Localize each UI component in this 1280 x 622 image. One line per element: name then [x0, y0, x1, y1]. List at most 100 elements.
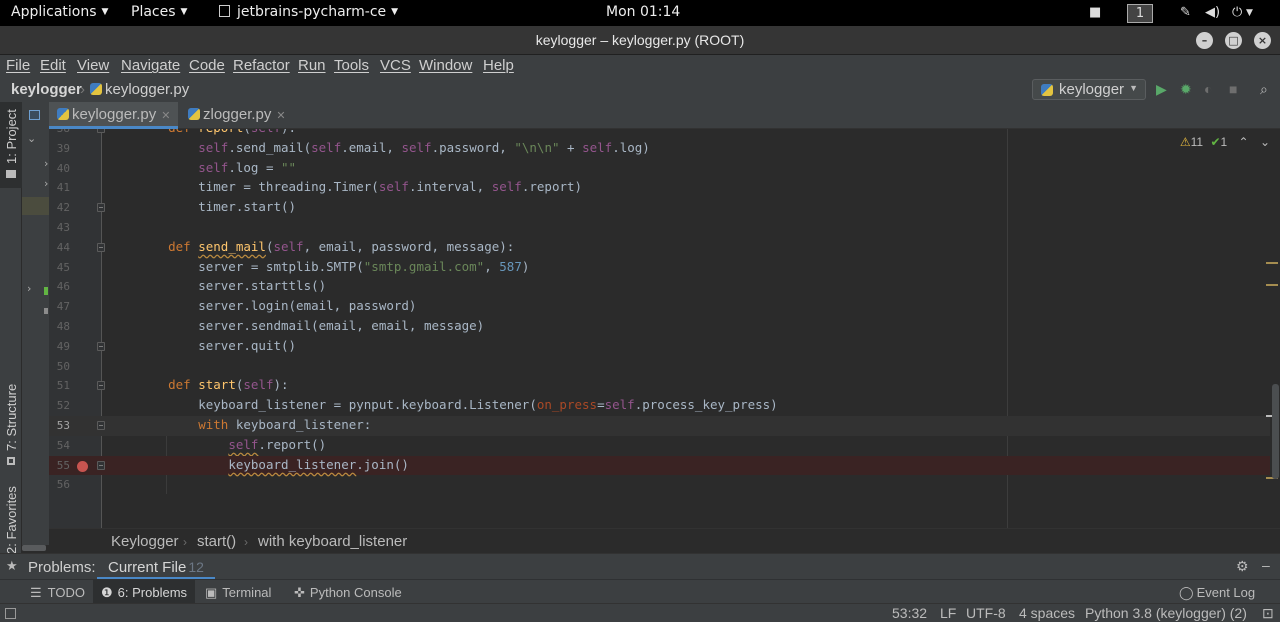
- debug-button[interactable]: ✹: [1180, 81, 1192, 98]
- run-button[interactable]: ▶: [1156, 81, 1167, 98]
- caret-position[interactable]: 53:32: [892, 605, 927, 621]
- chevron-down-icon[interactable]: ▼: [1246, 8, 1253, 18]
- menu-window[interactable]: Window: [419, 57, 472, 74]
- warning-stripe-mark[interactable]: [1266, 262, 1278, 264]
- line-number[interactable]: 51: [49, 379, 70, 392]
- indent-setting[interactable]: 4 spaces: [1019, 605, 1075, 621]
- code-line[interactable]: 48 server.sendmail(email, email, message…: [49, 317, 1270, 337]
- line-number[interactable]: 41: [49, 181, 70, 194]
- menu-view[interactable]: View: [77, 57, 109, 74]
- chevron-down-icon[interactable]: ⌄: [27, 132, 36, 145]
- file-encoding[interactable]: UTF-8: [966, 605, 1006, 621]
- code-line[interactable]: 49 server.quit(): [49, 337, 1270, 357]
- applications-menu[interactable]: Applications ▼: [11, 4, 108, 20]
- workspace-indicator[interactable]: 1: [1127, 4, 1153, 23]
- line-number[interactable]: 49: [49, 340, 70, 353]
- menu-tools[interactable]: Tools: [334, 57, 369, 74]
- fold-marker-icon[interactable]: [97, 421, 105, 430]
- line-number[interactable]: 54: [49, 439, 70, 452]
- breadcrumb-project[interactable]: keylogger: [11, 81, 82, 98]
- code-line[interactable]: 38 def report(self):: [49, 129, 1270, 139]
- chevron-up-icon[interactable]: ⌃: [1239, 135, 1249, 149]
- code-line[interactable]: 56: [49, 475, 1270, 495]
- event-log-tool-button[interactable]: ◯ Event Log: [1171, 580, 1263, 604]
- fold-marker-icon[interactable]: [97, 242, 105, 252]
- menu-file[interactable]: File: [6, 57, 30, 74]
- pin-icon[interactable]: ★: [6, 558, 18, 574]
- clock[interactable]: Mon 01:14: [606, 4, 680, 20]
- todo-tool-button[interactable]: ☰ TODO: [22, 580, 93, 604]
- menu-vcs[interactable]: VCS: [380, 57, 411, 74]
- brush-icon[interactable]: ✎: [1180, 5, 1191, 20]
- chevron-right-icon[interactable]: ›: [27, 282, 31, 295]
- places-menu[interactable]: Places ▼: [131, 4, 187, 20]
- line-number[interactable]: 42: [49, 201, 70, 214]
- fold-marker-icon[interactable]: [97, 129, 105, 133]
- chevron-down-icon[interactable]: ⌄: [1260, 135, 1270, 149]
- code-line[interactable]: 47 server.login(email, password): [49, 297, 1270, 317]
- run-with-coverage-button[interactable]: ◐: [1204, 81, 1212, 97]
- python-console-tool-button[interactable]: ✜ Python Console: [286, 580, 410, 604]
- python-interpreter[interactable]: Python 3.8 (keylogger) (2): [1085, 605, 1247, 621]
- breadcrumb-file[interactable]: keylogger.py: [90, 81, 189, 98]
- line-number[interactable]: 52: [49, 399, 70, 412]
- fold-marker-icon[interactable]: [97, 460, 105, 470]
- code-line[interactable]: 45 server = smtplib.SMTP("smtp.gmail.com…: [49, 258, 1270, 278]
- maximize-button[interactable]: □: [1225, 32, 1242, 49]
- search-icon[interactable]: ⌕: [1260, 81, 1268, 98]
- code-line[interactable]: 39 self.send_mail(self.email, self.passw…: [49, 139, 1270, 159]
- line-number[interactable]: 43: [49, 221, 70, 234]
- code-line[interactable]: 51 def start(self):: [49, 376, 1270, 396]
- breadcrumb-method[interactable]: start(): [197, 533, 236, 550]
- camera-icon[interactable]: ■: [1089, 5, 1101, 20]
- code-line[interactable]: 54 self.report(): [49, 436, 1270, 456]
- line-number[interactable]: 46: [49, 280, 70, 293]
- project-tool-tab[interactable]: 1: Project: [0, 102, 22, 188]
- minimize-icon[interactable]: –: [1262, 557, 1270, 573]
- line-separator[interactable]: LF: [940, 605, 956, 621]
- line-number[interactable]: 44: [49, 241, 70, 254]
- breadcrumb-class[interactable]: Keylogger: [111, 533, 179, 550]
- tab-zlogger[interactable]: zlogger.py ✕: [180, 102, 294, 129]
- fold-marker-icon[interactable]: [97, 203, 105, 213]
- close-button[interactable]: ×: [1254, 32, 1271, 49]
- layout-icon[interactable]: [5, 608, 16, 619]
- active-app-menu[interactable]: jetbrains-pycharm-ce ▼: [219, 4, 398, 20]
- code-editor[interactable]: 38 def report(self):39 self.send_mail(se…: [49, 129, 1280, 528]
- problems-tool-button[interactable]: ❶ 6: Problems: [93, 580, 196, 604]
- code-line[interactable]: 46 server.starttls(): [49, 277, 1270, 297]
- line-number[interactable]: 48: [49, 320, 70, 333]
- breakpoint-icon[interactable]: [77, 460, 88, 472]
- code-line[interactable]: 43: [49, 218, 1270, 238]
- code-line[interactable]: 52 keyboard_listener = pynput.keyboard.L…: [49, 396, 1270, 416]
- fold-marker-icon[interactable]: [97, 341, 105, 351]
- inspection-widget[interactable]: ⚠11 ✔1 ⌃ ⌄: [1180, 135, 1270, 149]
- panel-menu-icon[interactable]: [29, 110, 40, 120]
- line-number[interactable]: 45: [49, 261, 70, 274]
- minimize-button[interactable]: –: [1196, 32, 1213, 49]
- menu-code[interactable]: Code: [189, 57, 225, 74]
- menu-navigate[interactable]: Navigate: [121, 57, 180, 74]
- close-icon[interactable]: ✕: [276, 110, 285, 122]
- panel-horizontal-scrollbar[interactable]: [22, 545, 46, 551]
- breadcrumb-block[interactable]: with keyboard_listener: [258, 533, 407, 550]
- line-number[interactable]: 55: [49, 459, 70, 472]
- code-line[interactable]: 55 keyboard_listener.join(): [49, 455, 1270, 476]
- line-number[interactable]: 39: [49, 142, 70, 155]
- menu-refactor[interactable]: Refactor: [233, 57, 290, 74]
- chevron-right-icon[interactable]: ›: [44, 157, 48, 170]
- stop-button[interactable]: ■: [1229, 81, 1237, 97]
- code-line[interactable]: 53 with keyboard_listener:: [49, 416, 1270, 436]
- code-line[interactable]: 41 timer = threading.Timer(self.interval…: [49, 178, 1270, 198]
- warning-stripe-mark[interactable]: [1266, 284, 1278, 286]
- code-line[interactable]: 40 self.log = "": [49, 159, 1270, 179]
- gear-icon[interactable]: ⚙: [1236, 558, 1249, 575]
- close-icon[interactable]: ✕: [161, 110, 170, 122]
- lock-icon[interactable]: ⊡: [1262, 605, 1274, 622]
- tab-current-file[interactable]: Current File 12: [97, 554, 215, 580]
- chevron-right-icon[interactable]: ›: [44, 177, 48, 190]
- structure-tool-tab[interactable]: 7: Structure: [0, 384, 22, 470]
- terminal-tool-button[interactable]: ▣ Terminal: [197, 580, 279, 604]
- line-number[interactable]: 50: [49, 360, 70, 373]
- code-line[interactable]: 44 def send_mail(self, email, password, …: [49, 238, 1270, 258]
